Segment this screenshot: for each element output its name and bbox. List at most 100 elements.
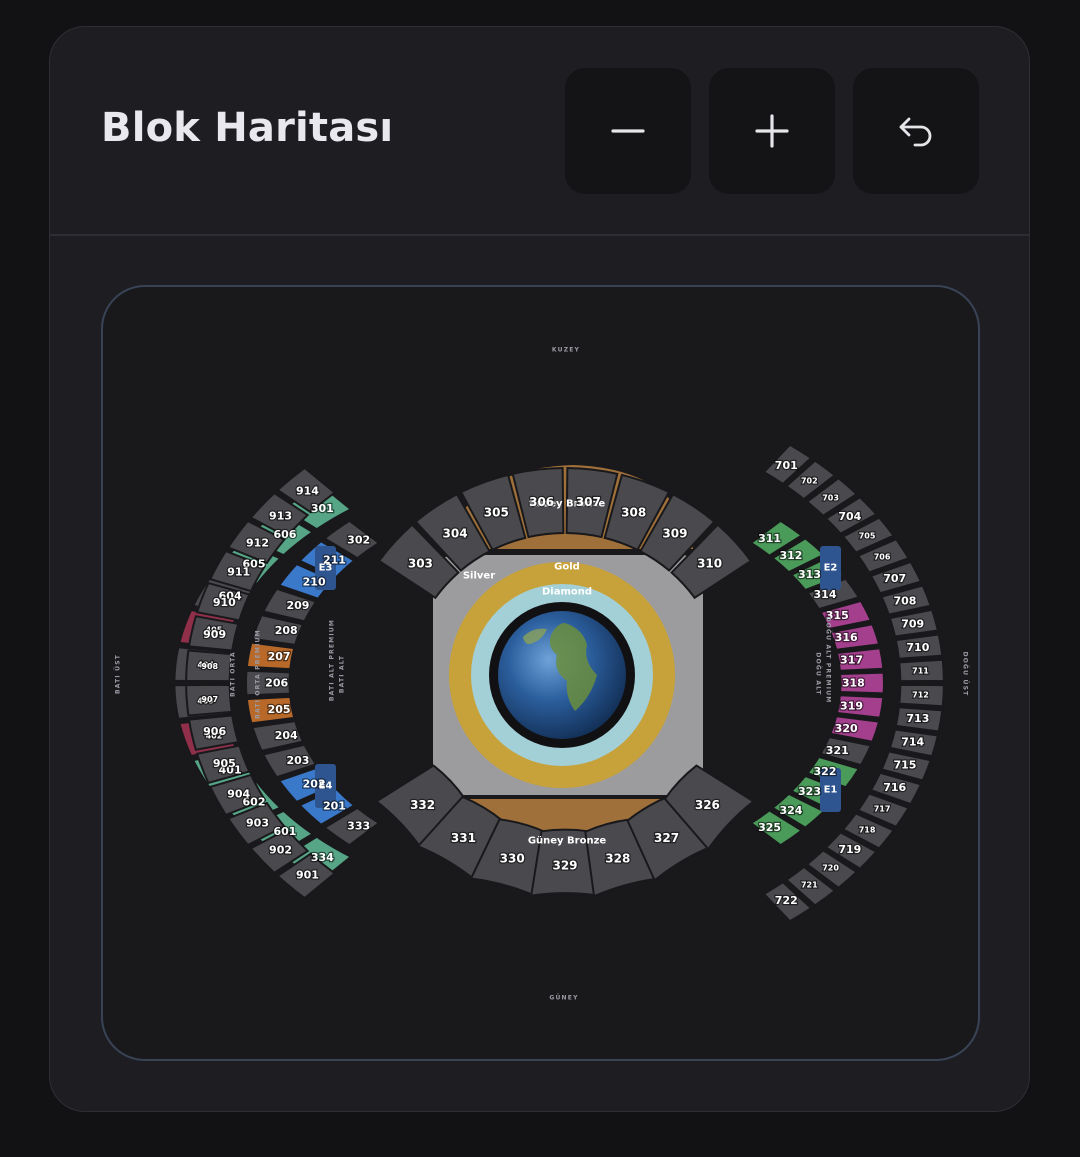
seat-block-label: 210 <box>303 575 326 588</box>
seat-block-label: 320 <box>835 722 858 735</box>
entrance-label: E4 <box>319 781 333 792</box>
side-label-dogu-ust: DOĞU ÜST <box>962 652 969 697</box>
diamond-label: Diamond <box>542 587 592 598</box>
seat-block-label: 714 <box>901 736 924 749</box>
seat-block-label: 330 <box>500 851 525 865</box>
seat-block-label: 905 <box>213 757 236 770</box>
plus-icon <box>755 114 789 148</box>
side-label-bati-ust: BATI ÜST <box>115 654 122 694</box>
seat-block-label: 333 <box>347 820 370 833</box>
side-label-bati-alt-premium: BATI ALT PREMIUM <box>329 619 336 701</box>
guney-bronze-label: Güney Bronze <box>528 836 607 847</box>
seat-block-label: 334 <box>311 851 334 864</box>
seat-block-label: 309 <box>662 527 687 541</box>
entrance-label: E2 <box>824 563 838 574</box>
seat-block-label: 327 <box>654 831 679 845</box>
seat-block-label: 711 <box>912 667 929 676</box>
seat-block-label: 304 <box>443 527 468 541</box>
block-map-panel: Blok Haritası Kuzey Bronze Güney Bronze … <box>49 26 1030 1112</box>
seat-block-label: 204 <box>275 729 298 742</box>
undo-icon <box>899 117 932 147</box>
seat-block-label: 713 <box>906 712 929 725</box>
reset-view-button[interactable] <box>853 68 979 194</box>
seat-block-label: 907 <box>201 695 218 704</box>
seat-block-label: 205 <box>268 703 291 716</box>
page-title: Blok Haritası <box>101 105 394 151</box>
seat-block-label: 706 <box>874 552 891 561</box>
seat-block-label: 708 <box>893 594 916 607</box>
side-label-bati-orta: BATI ORTA <box>230 651 237 697</box>
entrance-label: E1 <box>824 785 838 796</box>
seat-block-label: 316 <box>835 631 858 644</box>
side-label-bati-alt: BATI ALT <box>339 655 346 693</box>
seat-block-label: 912 <box>246 537 269 550</box>
side-label-bati-orta-premium: BATI ORTA PREMIUM <box>255 629 262 719</box>
seat-block-label: 702 <box>801 476 818 485</box>
seat-block-label: 701 <box>775 459 798 472</box>
seat-block-label: 318 <box>842 677 865 690</box>
seat-block-label: 325 <box>758 821 781 834</box>
seat-block-label: 305 <box>484 506 509 520</box>
direction-south-label: GÜNEY <box>549 995 578 1002</box>
seat-block-label: 209 <box>286 599 309 612</box>
direction-north-label: KUZEY <box>552 347 580 354</box>
seat-block-label: 903 <box>246 816 269 829</box>
seat-block-label: 902 <box>269 844 292 857</box>
seat-block-label: 715 <box>893 759 916 772</box>
entrance-label: E3 <box>319 563 333 574</box>
seat-block-label: 712 <box>912 690 929 699</box>
seat-block-label: 301 <box>311 502 334 515</box>
seat-block-label: 911 <box>227 566 250 579</box>
seat-block-label: 324 <box>779 804 802 817</box>
seat-block-label: 913 <box>269 509 292 522</box>
seat-block-label: 722 <box>775 894 798 907</box>
seat-block-label: 322 <box>814 765 837 778</box>
seat-block-label: 331 <box>451 831 476 845</box>
seat-block-label: 208 <box>275 624 298 637</box>
seat-block-label: 717 <box>874 805 891 814</box>
seat-block-label: 718 <box>859 825 876 834</box>
zoom-out-button[interactable] <box>565 68 691 194</box>
seat-block-label: 332 <box>410 798 435 812</box>
side-label-dogu-alt: DOĞU ALT <box>815 652 822 695</box>
seat-block-label: 721 <box>801 881 818 890</box>
seat-block-label: 908 <box>201 662 218 671</box>
seat-block-label: 307 <box>576 495 601 509</box>
seat-block-label: 716 <box>883 781 906 794</box>
seat-block-label: 709 <box>901 617 924 630</box>
seat-block-label: 720 <box>822 864 839 873</box>
seat-block-label: 329 <box>552 859 577 873</box>
seat-block-label: 319 <box>840 699 863 712</box>
seat-block-label: 302 <box>347 533 370 546</box>
seat-block-label: 311 <box>758 532 781 545</box>
seat-block-label: 310 <box>697 556 722 570</box>
header-divider <box>50 234 1029 236</box>
seat-block-label: 303 <box>408 556 433 570</box>
seat-block-label: 719 <box>838 843 861 856</box>
seat-block-label: 601 <box>273 825 296 838</box>
stadium-svg[interactable]: Kuzey BronzeGüney BronzeSilverGoldDiamon… <box>103 287 980 1061</box>
side-label-dogu-alt-premium: DOĞU ALT PREMIUM <box>825 617 832 704</box>
seat-block-label: 203 <box>286 754 309 767</box>
seat-block-label: 906 <box>203 725 226 738</box>
stadium-map[interactable]: Kuzey Bronze Güney Bronze Silver Gold Diamon… <box>101 285 980 1061</box>
seat-block-label: 308 <box>621 506 646 520</box>
seat-block-label: 314 <box>814 588 837 601</box>
seat-block-label: 901 <box>296 868 319 881</box>
seat-block-label: 326 <box>695 798 720 812</box>
seat-block-label: 910 <box>213 596 236 609</box>
seat-block-label: 328 <box>605 851 630 865</box>
seat-block-label: 207 <box>268 650 291 663</box>
seat-block-label: 914 <box>296 485 319 498</box>
seat-block-label: 312 <box>779 549 802 562</box>
seat-block-label: 909 <box>203 628 226 641</box>
seat-block-label: 317 <box>840 654 863 667</box>
seat-block-label: 313 <box>798 568 821 581</box>
seat-block-label: 704 <box>838 510 861 523</box>
seat-block-label: 201 <box>323 800 346 813</box>
seat-block-label: 323 <box>798 785 821 798</box>
seat-block-label: 707 <box>883 572 906 585</box>
minus-icon <box>611 129 645 133</box>
zoom-in-button[interactable] <box>709 68 835 194</box>
seat-block-label: 710 <box>906 641 929 654</box>
